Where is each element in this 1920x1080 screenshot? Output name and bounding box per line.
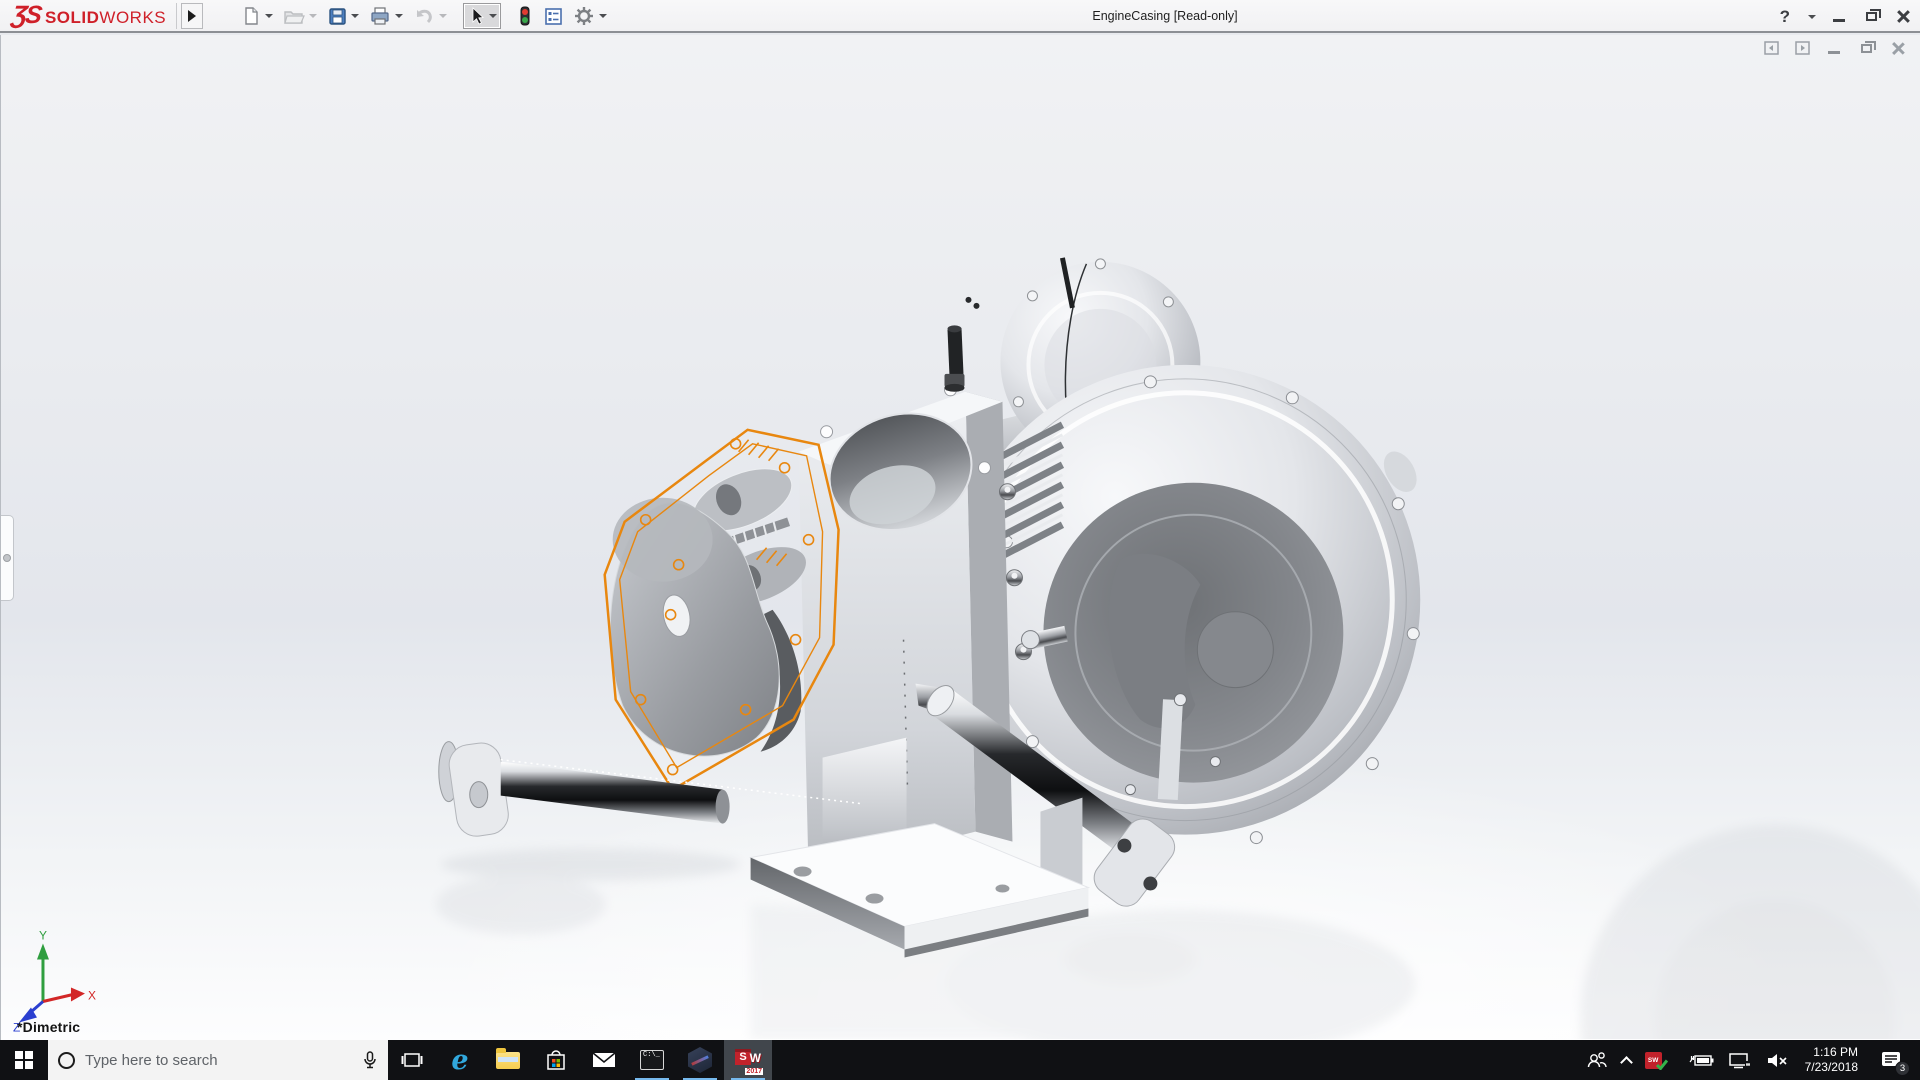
store-icon: [545, 1048, 567, 1072]
show-left-pane-button[interactable]: [1764, 41, 1779, 55]
notification-badge: 3: [1895, 1061, 1910, 1076]
solidworks-logo: ƷS SOLID WORKS: [0, 1, 174, 30]
axis-x-label: X: [88, 988, 96, 1002]
tray-overflow-button[interactable]: [1615, 1040, 1638, 1080]
window-controls: ?: [1780, 0, 1912, 33]
close-button[interactable]: [1894, 8, 1912, 26]
tray-date: 7/23/2018: [1805, 1060, 1858, 1075]
model-cover-plate[interactable]: [610, 498, 801, 756]
start-button[interactable]: [0, 1040, 48, 1080]
help-button[interactable]: ?: [1780, 7, 1790, 27]
ds-logo-glyph: ƷS: [10, 1, 42, 30]
solidworks-2017-icon: S W 2017: [735, 1047, 761, 1073]
doc-close-icon: [1892, 42, 1905, 55]
undo-button[interactable]: [409, 3, 451, 29]
search-input[interactable]: [85, 1052, 352, 1069]
command-prompt-icon: C:\_: [640, 1050, 664, 1070]
file-explorer-icon: [496, 1052, 520, 1069]
people-icon: [1586, 1051, 1608, 1069]
taskbar-app-file-explorer[interactable]: [484, 1040, 532, 1080]
taskbar-app-command-prompt[interactable]: C:\_: [628, 1040, 676, 1080]
select-cursor-icon: [467, 6, 485, 26]
doc-restore-icon: [1861, 44, 1872, 53]
file-properties-icon: [543, 6, 563, 26]
volume-button[interactable]: [1759, 1040, 1795, 1080]
task-view-button[interactable]: [388, 1040, 436, 1080]
edge-icon: e: [451, 1047, 468, 1074]
taskbar-app-solidworks[interactable]: S W 2017: [724, 1040, 772, 1080]
document-window-controls: [1764, 40, 1906, 56]
expand-menu-button[interactable]: [181, 3, 203, 29]
options-gear-icon: [573, 5, 595, 27]
undo-icon: [413, 6, 435, 26]
clock[interactable]: 1:16 PM 7/23/2018: [1795, 1040, 1868, 1080]
system-tray: SW: [1579, 1040, 1920, 1080]
restore-icon: [1866, 12, 1877, 21]
battery-icon: [1688, 1052, 1714, 1068]
cortana-icon: [58, 1052, 75, 1069]
minimize-icon: [1833, 19, 1845, 22]
options-button[interactable]: [569, 2, 611, 30]
axis-y-label: Y: [39, 929, 47, 943]
save-floppy-icon: [327, 6, 347, 26]
rebuild-button[interactable]: [513, 2, 537, 30]
new-document-icon: [241, 6, 261, 26]
help-dropdown-icon[interactable]: [1808, 15, 1816, 19]
taskbar-app-store[interactable]: [532, 1040, 580, 1080]
battery-button[interactable]: [1681, 1040, 1721, 1080]
taskbar-app-mail[interactable]: [580, 1040, 628, 1080]
show-right-pane-button[interactable]: [1795, 41, 1810, 55]
select-tool-button[interactable]: [463, 3, 501, 29]
network-button[interactable]: [1721, 1040, 1759, 1080]
task-view-icon: [401, 1051, 423, 1069]
taskbar-search[interactable]: [48, 1040, 388, 1080]
save-button[interactable]: [323, 3, 363, 29]
file-properties-button[interactable]: [539, 3, 567, 29]
expand-arrow-icon: [188, 10, 196, 22]
tray-time: 1:16 PM: [1813, 1045, 1858, 1060]
open-folder-icon: [283, 6, 305, 26]
solidworks-monitor-tray-button[interactable]: SW: [1638, 1040, 1681, 1080]
doc-minimize-button[interactable]: [1826, 40, 1842, 56]
windows-taskbar: e C:\_ S W 2017: [0, 1040, 1920, 1080]
chevron-up-icon: [1620, 1056, 1633, 1069]
doc-minimize-icon: [1828, 51, 1840, 54]
graphics-viewport[interactable]: Y X Z *Dimetric: [0, 35, 1920, 1040]
quick-access-toolbar: [237, 2, 611, 30]
taskbar-app-hexagon-cad[interactable]: [676, 1040, 724, 1080]
restore-button[interactable]: [1862, 8, 1880, 26]
print-button[interactable]: [365, 3, 407, 29]
view-orientation-label: *Dimetric: [17, 1019, 80, 1035]
volume-muted-icon: [1766, 1052, 1788, 1069]
titlebar: ƷS SOLID WORKS: [0, 0, 1920, 33]
minimize-button[interactable]: [1830, 8, 1848, 26]
doc-restore-button[interactable]: [1858, 40, 1874, 56]
mail-icon: [592, 1051, 616, 1069]
doc-close-button[interactable]: [1890, 40, 1906, 56]
taskbar-app-edge[interactable]: e: [436, 1040, 484, 1080]
people-button[interactable]: [1579, 1040, 1615, 1080]
microphone-icon[interactable]: [362, 1050, 378, 1070]
model-floor-reflection: [436, 825, 1920, 1040]
green-check-icon: [1656, 1059, 1668, 1070]
action-center-button[interactable]: 3: [1868, 1040, 1914, 1080]
print-icon: [369, 6, 391, 26]
rebuild-traffic-light-icon: [517, 5, 533, 27]
divider: [176, 3, 177, 29]
network-icon: [1728, 1052, 1752, 1069]
open-button[interactable]: [279, 3, 321, 29]
windows-logo-icon: [15, 1051, 33, 1069]
window-title: EngineCasing [Read-only]: [1092, 9, 1237, 23]
close-icon: [1897, 10, 1910, 23]
new-document-button[interactable]: [237, 3, 277, 29]
hexagon-cad-app-icon: [688, 1047, 712, 1073]
engine-casing-model[interactable]: Y X Z: [1, 35, 1920, 1039]
